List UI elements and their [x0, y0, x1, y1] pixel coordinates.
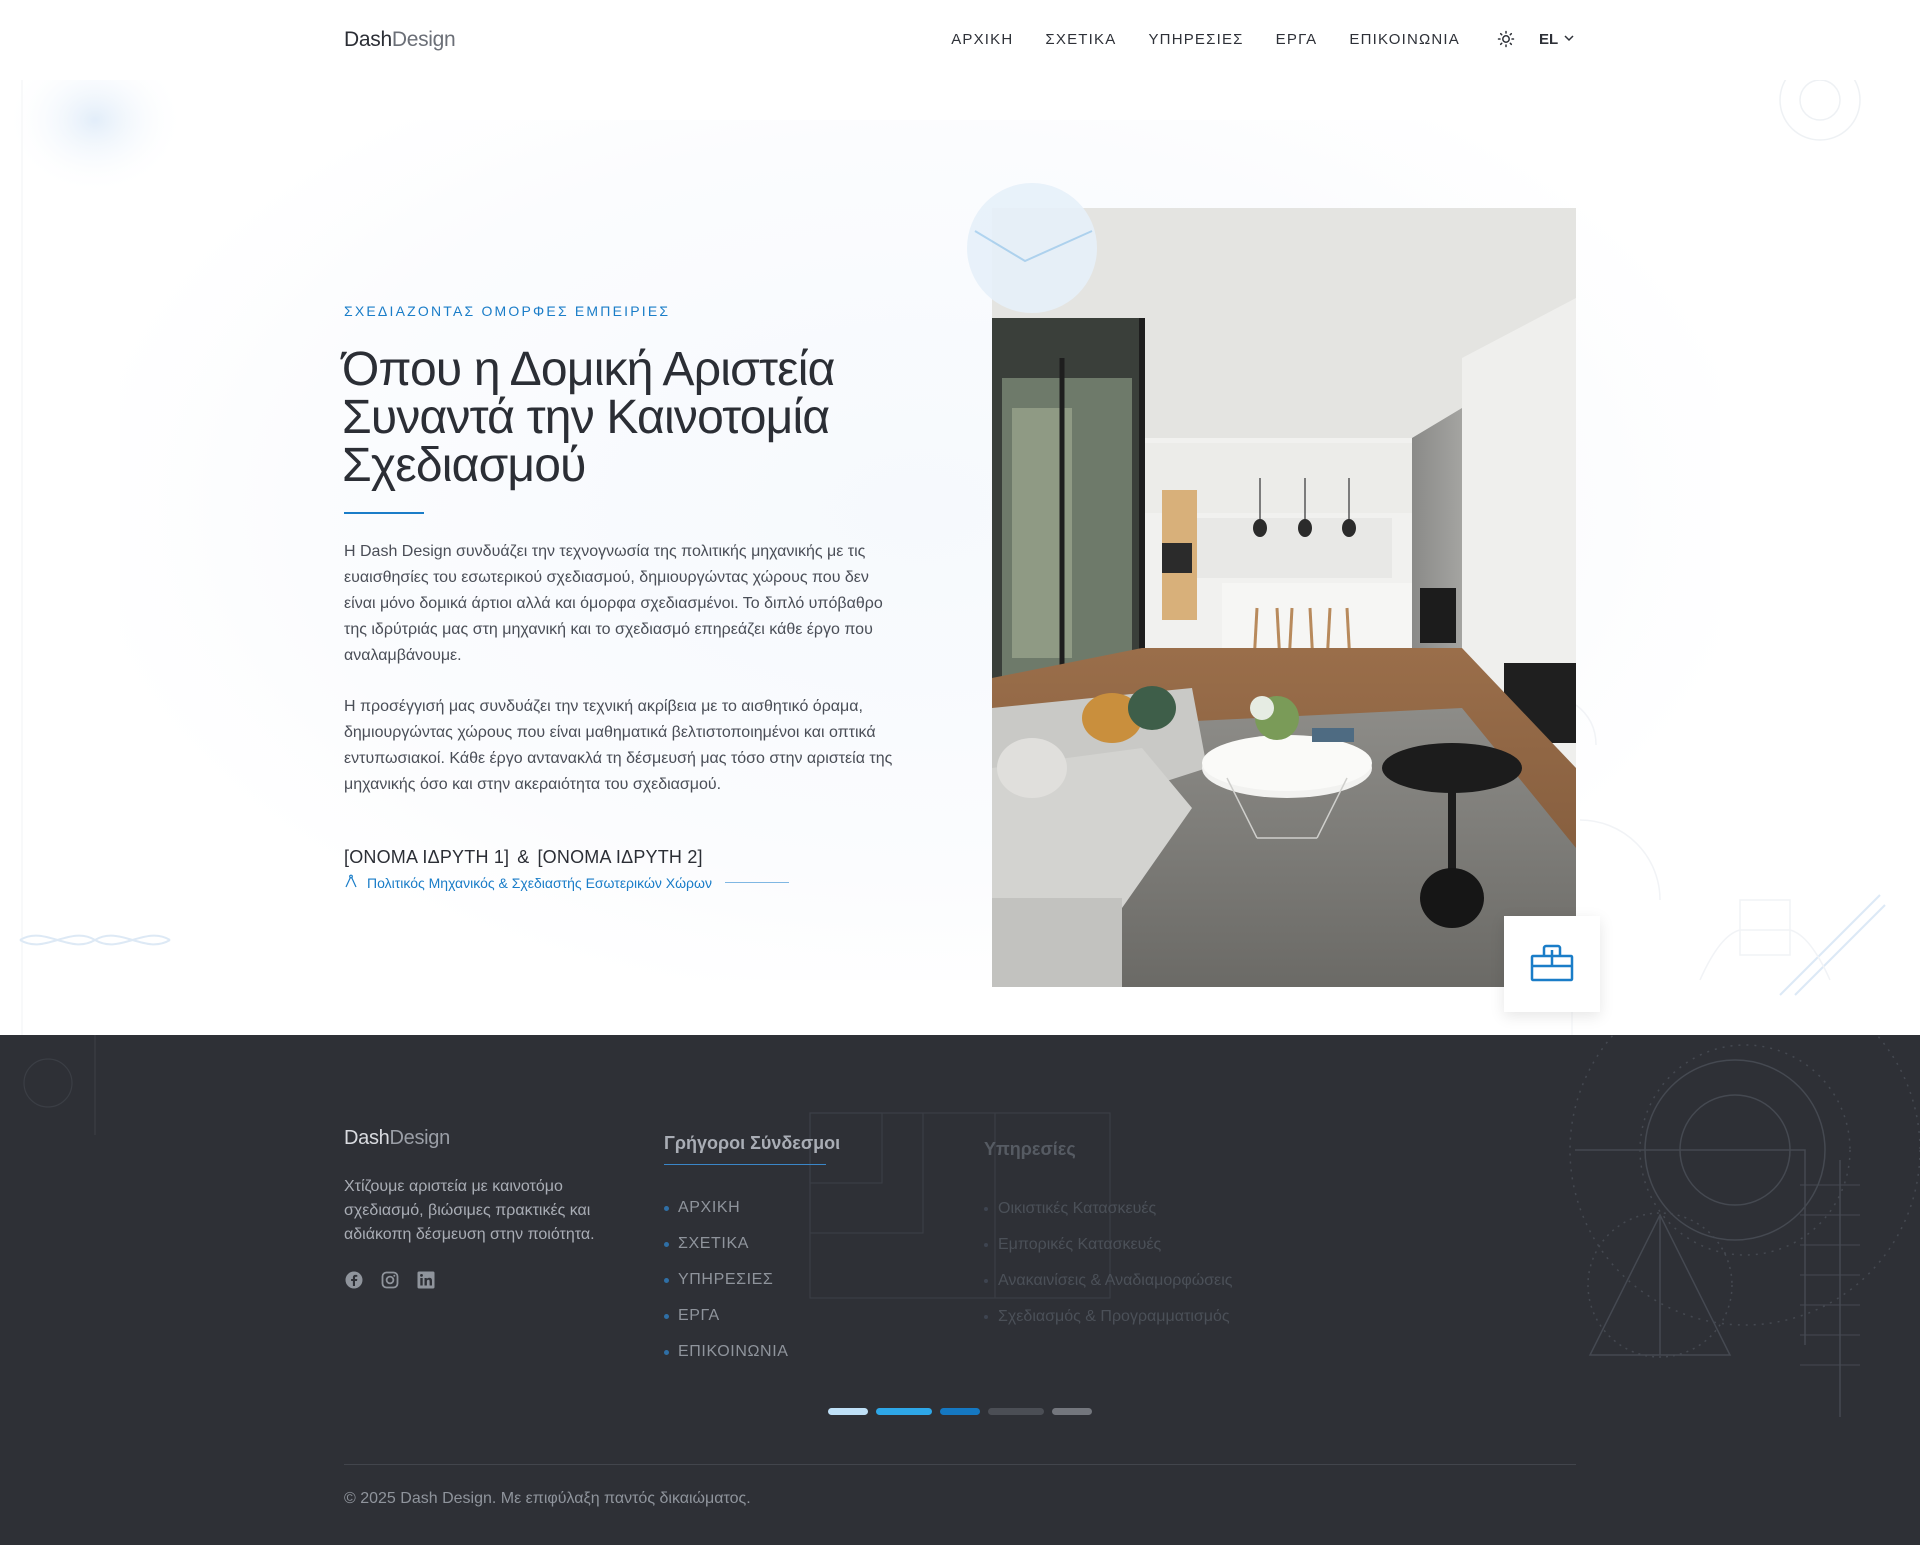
quick-links-title: Γρήγοροι Σύνδεσμοι — [664, 1133, 841, 1153]
founder-2-name: [ΟΝΟΜΑ ΙΔΡΥΤΗ 2] — [537, 847, 703, 867]
headline-accent-line — [344, 512, 424, 514]
quick-links-underline — [664, 1164, 826, 1165]
progress-segment[interactable] — [940, 1408, 980, 1415]
footer-link-about[interactable]: ΣΧΕΤΙΚΑ — [664, 1226, 789, 1262]
nav-item-about[interactable]: ΣΧΕΤΙΚΑ — [1045, 31, 1116, 48]
footer-link-contact[interactable]: ΕΠΙΚΟΙΝΩΝΙΑ — [664, 1334, 789, 1370]
founders-role: Πολιτικός Μηχανικός & Σχεδιαστής Εσωτερι… — [344, 874, 789, 891]
founders-names: [ΟΝΟΜΑ ΙΔΡΥΤΗ 1] & [ΟΝΟΜΑ ΙΔΡΥΤΗ 2] — [344, 847, 703, 868]
role-rule — [724, 882, 789, 883]
footer-service-commercial[interactable]: Εμπορικές Κατασκευές — [984, 1227, 1232, 1263]
founders-role-label: Πολιτικός Μηχανικός & Σχεδιαστής Εσωτερι… — [367, 874, 712, 891]
toolbox-icon — [1528, 940, 1576, 989]
nav-item-contact[interactable]: ΕΠΙΚΟΙΝΩΝΙΑ — [1349, 31, 1460, 48]
sun-icon[interactable] — [1497, 30, 1515, 48]
facebook-icon[interactable] — [344, 1270, 364, 1290]
main-nav: ΑΡΧΙΚΗ ΣΧΕΤΙΚΑ ΥΠΗΡΕΣΙΕΣ ΕΡΓΑ ΕΠΙΚΟΙΝΩΝΙ… — [951, 31, 1460, 48]
services-title: Υπηρεσίες — [984, 1139, 1076, 1159]
site-header: DashDesign ΑΡΧΙΚΗ ΣΧΕΤΙΚΑ ΥΠΗΡΕΣΙΕΣ ΕΡΓΑ… — [0, 0, 1920, 80]
footer-tagline: Χτίζουμε αριστεία με καινοτόμο σχεδιασμό… — [344, 1178, 595, 1243]
language-selector[interactable]: EL — [1539, 31, 1575, 48]
linkedin-icon[interactable] — [416, 1270, 436, 1290]
footer-blueprint-decoration — [23, 1035, 1920, 1417]
chevron-down-icon — [1563, 31, 1575, 48]
nav-item-home[interactable]: ΑΡΧΙΚΗ — [951, 31, 1013, 48]
slide-progress-indicator — [828, 1408, 1092, 1415]
founders-separator: & — [517, 847, 530, 867]
quick-links-list: ΑΡΧΙΚΗ ΣΧΕΤΙΚΑ ΥΠΗΡΕΣΙΕΣ ΕΡΓΑ ΕΠΙΚΟΙΝΩΝΙ… — [664, 1190, 789, 1370]
services-list: Οικιστικές Κατασκευές Εμπορικές Κατασκευ… — [984, 1191, 1232, 1335]
hero-eyebrow: ΣΧΕΔΙΑΖΟΝΤΑΣ ΟΜΟΡΦΕΣ ΕΜΠΕΙΡΙΕΣ — [344, 303, 671, 319]
progress-segment[interactable] — [876, 1408, 932, 1415]
hero-headline: Όπου η Δομική Αριστεία Συναντά την Καινο… — [342, 346, 902, 490]
footer-link-home[interactable]: ΑΡΧΙΚΗ — [664, 1190, 789, 1226]
footer-service-planning[interactable]: Σχεδιασμός & Προγραμματισμός — [984, 1299, 1232, 1335]
interior-living-room-photo — [992, 208, 1576, 987]
footer-service-residential[interactable]: Οικιστικές Κατασκευές — [984, 1191, 1232, 1227]
hero-paragraph-2: Η προσέγγισή μας συνδυάζει την τεχνική α… — [344, 698, 893, 793]
copyright: © 2025 Dash Design. Με επιφύλαξη παντός … — [344, 1490, 751, 1507]
progress-segment[interactable] — [988, 1408, 1044, 1415]
progress-segment[interactable] — [1052, 1408, 1092, 1415]
hero-headline-line2: Συναντά την Καινοτομία — [342, 391, 830, 444]
footer-service-renovations[interactable]: Ανακαινίσεις & Αναδιαμορφώσεις — [984, 1263, 1232, 1299]
compass-icon — [344, 874, 358, 891]
footer-divider — [344, 1464, 1576, 1465]
decorative-circle — [967, 183, 1097, 313]
social-links — [344, 1270, 436, 1290]
footer-logo[interactable]: DashDesign — [344, 1127, 450, 1150]
site-footer: DashDesign Χτίζουμε αριστεία με καινοτόμ… — [0, 1035, 1920, 1545]
hero-paragraph-1: Η Dash Design συνδυάζει την τεχνογνωσία … — [344, 543, 883, 664]
founder-1-name: [ΟΝΟΜΑ ΙΔΡΥΤΗ 1] — [344, 847, 510, 867]
footer-link-projects[interactable]: ΕΡΓΑ — [664, 1298, 789, 1334]
hero-headline-line3: Σχεδιασμού — [342, 439, 586, 492]
language-label: EL — [1539, 31, 1559, 48]
footer-link-services[interactable]: ΥΠΗΡΕΣΙΕΣ — [664, 1262, 789, 1298]
decorative-lines — [5, 80, 1886, 1035]
logo[interactable]: DashDesign — [344, 28, 456, 52]
toolbox-badge — [1504, 916, 1600, 1012]
instagram-icon[interactable] — [380, 1270, 400, 1290]
nav-item-services[interactable]: ΥΠΗΡΕΣΙΕΣ — [1148, 31, 1243, 48]
nav-item-projects[interactable]: ΕΡΓΑ — [1276, 31, 1318, 48]
progress-segment[interactable] — [828, 1408, 868, 1415]
hero-section: ΣΧΕΔΙΑΖΟΝΤΑΣ ΟΜΟΡΦΕΣ ΕΜΠΕΙΡΙΕΣ Όπου η Δο… — [0, 80, 1920, 1035]
hero-headline-line1: Όπου η Δομική Αριστεία — [342, 343, 835, 396]
